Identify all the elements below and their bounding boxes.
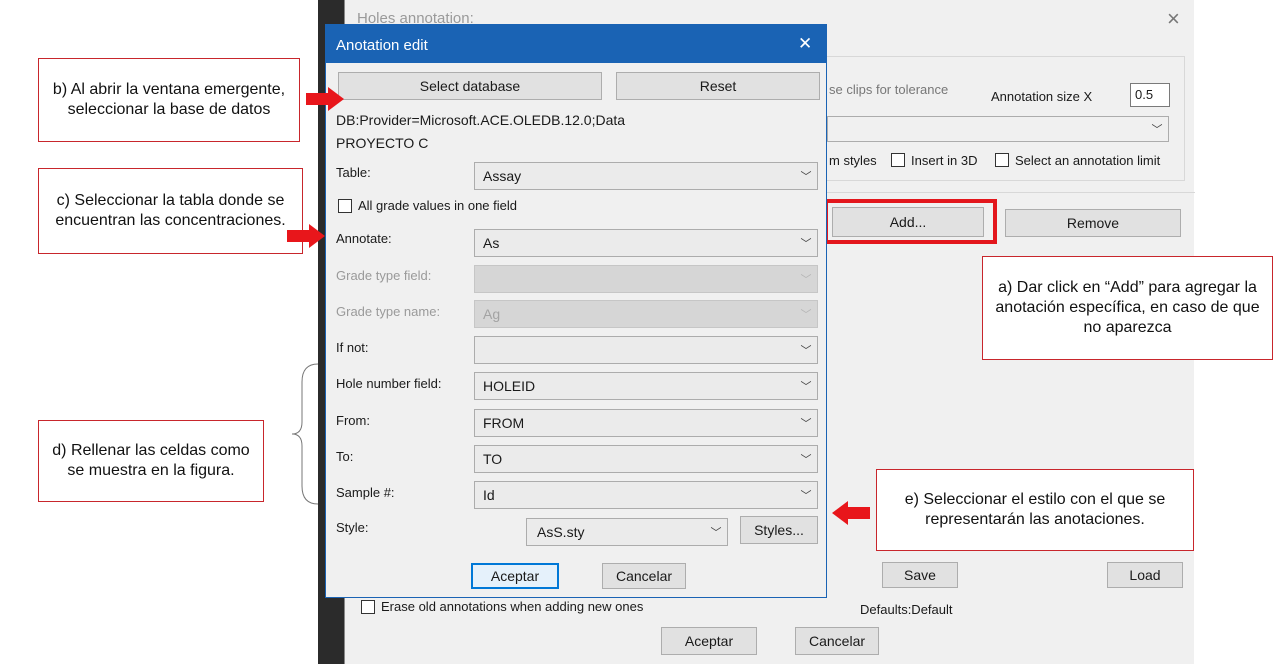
chevron-down-icon: ﹀	[800, 454, 812, 466]
hole-number-select[interactable]: HOLEID ﹀	[474, 372, 818, 400]
select-limit-checkbox[interactable]	[995, 153, 1009, 167]
callout-c: c) Seleccionar la tabla donde se encuent…	[38, 168, 303, 254]
chevron-down-icon: ﹀	[800, 274, 812, 286]
grade-type-field-select: ﹀	[474, 265, 818, 293]
field-label-table: Table:	[336, 165, 371, 180]
to-value: TO	[483, 451, 503, 467]
insert-3d-checkbox[interactable]	[891, 153, 905, 167]
style-value: AsS.sty	[537, 524, 585, 540]
all-grade-checkbox[interactable]	[338, 199, 352, 213]
defaults-text: Defaults:Default	[860, 602, 953, 617]
from-value: FROM	[483, 415, 525, 431]
grade-type-name-select: Ag ﹀	[474, 300, 818, 328]
remove-button[interactable]: Remove	[1005, 209, 1181, 237]
field-label-hole-number: Hole number field:	[336, 376, 442, 391]
chevron-down-icon: ﹀	[800, 238, 812, 250]
reset-button[interactable]: Reset	[616, 72, 820, 100]
background-cancel-button[interactable]: Cancelar	[795, 627, 879, 655]
hole-number-value: HOLEID	[483, 378, 536, 394]
add-button-highlight	[824, 199, 997, 244]
erase-old-label: Erase old annotations when adding new on…	[381, 599, 644, 614]
select-database-button[interactable]: Select database	[338, 72, 602, 100]
anotation-edit-dialog: Anotation edit ✕ Select database Reset D…	[325, 24, 827, 598]
annotate-value: As	[483, 235, 500, 251]
field-label-sample: Sample #:	[336, 485, 395, 500]
chevron-down-icon: ﹀	[800, 345, 812, 357]
annotation-size-label: Annotation size X	[991, 89, 1093, 104]
arrow-left-icon	[832, 501, 870, 525]
style-select[interactable]: AsS.sty ﹀	[526, 518, 728, 546]
arrow-right-icon	[287, 224, 325, 248]
field-label-if-not: If not:	[336, 340, 369, 355]
to-select[interactable]: TO ﹀	[474, 445, 818, 473]
if-not-select[interactable]: ﹀	[474, 336, 818, 364]
db-connection-string: DB:Provider=Microsoft.ACE.OLEDB.12.0;Dat…	[336, 112, 626, 128]
field-label-grade-type-field: Grade type field:	[336, 268, 432, 283]
background-accept-button[interactable]: Aceptar	[661, 627, 757, 655]
annotation-size-input[interactable]: 0.5	[1130, 83, 1170, 107]
grade-type-name-value: Ag	[483, 306, 501, 322]
load-button[interactable]: Load	[1107, 562, 1183, 588]
save-button[interactable]: Save	[882, 562, 958, 588]
callout-d: d) Rellenar las celdas como se muestra e…	[38, 420, 264, 502]
chevron-down-icon: ﹀	[800, 171, 812, 183]
field-label-annotate: Annotate:	[336, 231, 392, 246]
callout-a: a) Dar click en “Add” para agregar la an…	[982, 256, 1273, 360]
chevron-down-icon: ﹀	[1151, 124, 1163, 136]
chevron-down-icon: ﹀	[800, 418, 812, 430]
annotate-select[interactable]: As ﹀	[474, 229, 818, 257]
field-label-style: Style:	[336, 520, 369, 535]
background-dropdown[interactable]: ﹀	[827, 116, 1169, 142]
insert-3d-label: Insert in 3D	[911, 153, 978, 168]
styles-partial-label: m styles	[829, 153, 877, 168]
callout-d-bracket	[291, 363, 319, 505]
chevron-down-icon: ﹀	[710, 527, 722, 539]
sample-value: Id	[483, 487, 495, 503]
chevron-down-icon: ﹀	[800, 490, 812, 502]
table-value: Assay	[483, 168, 522, 184]
project-name: PROYECTO C	[336, 135, 429, 151]
table-select[interactable]: Assay ﹀	[474, 162, 818, 190]
chevron-down-icon: ﹀	[800, 309, 812, 321]
erase-old-checkbox[interactable]	[361, 600, 375, 614]
clips-tolerance-label: se clips for tolerance	[829, 82, 949, 97]
select-limit-label: Select an annotation limit	[1015, 153, 1161, 168]
dialog-close-icon[interactable]: ✕	[798, 34, 812, 54]
dialog-cancel-button[interactable]: Cancelar	[602, 563, 686, 589]
field-label-from: From:	[336, 413, 370, 428]
dialog-accept-button[interactable]: Aceptar	[471, 563, 559, 589]
all-grade-label: All grade values in one field	[358, 198, 517, 213]
arrow-right-icon	[306, 87, 344, 111]
dialog-title: Anotation edit	[336, 37, 428, 54]
callout-e: e) Seleccionar el estilo con el que se r…	[876, 469, 1194, 551]
window-close-icon[interactable]: ×	[1167, 6, 1180, 32]
callout-b: b) Al abrir la ventana emergente, selecc…	[38, 58, 300, 142]
sample-select[interactable]: Id ﹀	[474, 481, 818, 509]
field-label-to: To:	[336, 449, 354, 464]
field-label-grade-type-name: Grade type name:	[336, 304, 441, 319]
chevron-down-icon: ﹀	[800, 381, 812, 393]
from-select[interactable]: FROM ﹀	[474, 409, 818, 437]
styles-button[interactable]: Styles...	[740, 516, 818, 544]
